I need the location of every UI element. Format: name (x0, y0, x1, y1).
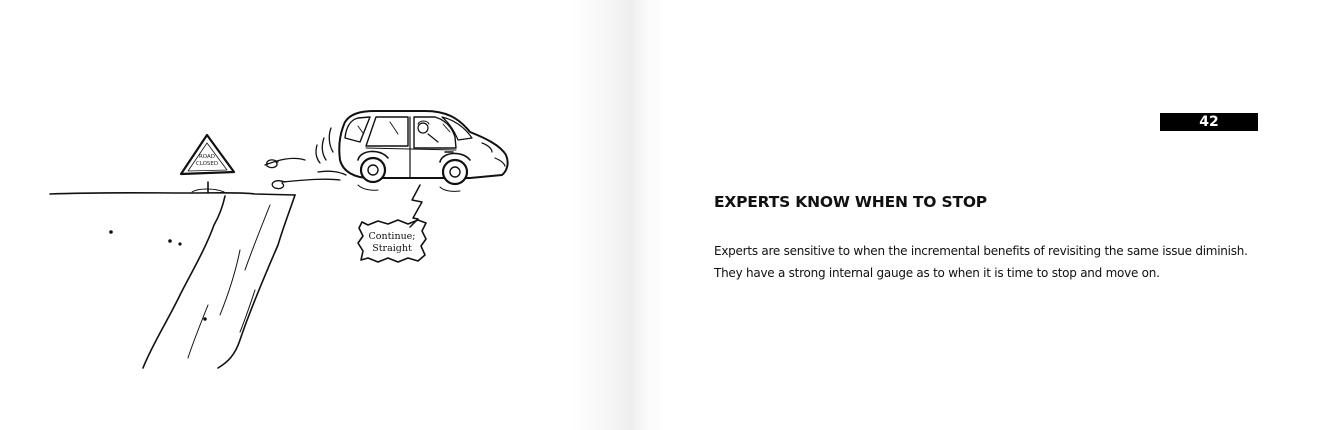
bubble-text-line1: Continue; (368, 231, 415, 242)
cliff-icon (109, 194, 296, 369)
car-icon (338, 110, 509, 192)
continue-straight-bubble: Continue; Straight (357, 219, 427, 263)
sign-text-line1: ROAD (199, 154, 215, 160)
road-closed-sign-icon: ROAD CLOSED (179, 133, 236, 194)
body-paragraph: Experts are sensitive to when the increm… (714, 244, 1248, 280)
page-number-badge: 42 (1160, 113, 1258, 131)
left-page: ROAD CLOSED Continue; Straight (0, 0, 634, 430)
section-title: EXPERTS KNOW WHEN TO STOP (714, 193, 987, 211)
car-cliff-illustration: ROAD CLOSED Continue; Straight (49, 110, 509, 369)
dust-swirl-icon (264, 127, 347, 190)
bubble-text-line2: Straight (372, 243, 412, 254)
sign-text-line2: CLOSED (196, 161, 218, 167)
right-page: 42 EXPERTS KNOW WHEN TO STOP Experts are… (634, 0, 1324, 430)
ground-line (49, 191, 296, 196)
book-spread: ROAD CLOSED Continue; Straight 42 EXPERT… (0, 0, 1324, 430)
